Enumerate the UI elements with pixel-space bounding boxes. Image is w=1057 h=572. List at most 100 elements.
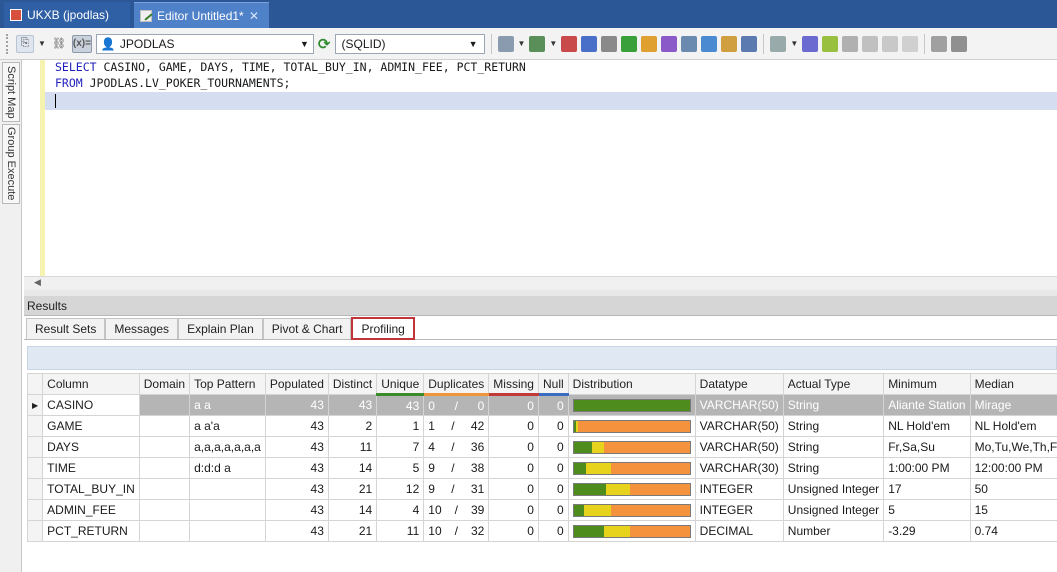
close-debug-icon[interactable] bbox=[951, 35, 968, 52]
cell-median[interactable]: 15 bbox=[969, 499, 1057, 521]
close-icon[interactable]: ✕ bbox=[249, 9, 259, 23]
cell-minimum[interactable]: Aliante Station bbox=[883, 394, 971, 416]
column-header[interactable]: Top Pattern bbox=[189, 373, 266, 395]
cell-missing[interactable]: 0 bbox=[488, 520, 539, 542]
breakpoint-icon[interactable] bbox=[931, 35, 948, 52]
cell-median[interactable]: Mo,Tu,We,Th,Fr,Sa,Su bbox=[969, 436, 1057, 458]
cell-domain[interactable] bbox=[138, 394, 191, 416]
cell-distribution[interactable] bbox=[567, 415, 696, 437]
tab-explain-plan[interactable]: Explain Plan bbox=[178, 318, 263, 339]
cell-actual-type[interactable]: String bbox=[782, 394, 885, 416]
cell-median[interactable]: 0.74 bbox=[969, 520, 1057, 542]
step-icon[interactable] bbox=[842, 35, 859, 52]
tab-result-sets[interactable]: Result Sets bbox=[26, 318, 106, 339]
cell-missing[interactable]: 0 bbox=[488, 415, 539, 437]
cell-null[interactable]: 0 bbox=[537, 415, 569, 437]
cell-top-pattern[interactable]: a a'a bbox=[189, 415, 266, 437]
cell-duplicates[interactable]: 4 / 36 bbox=[423, 436, 490, 458]
cell-distribution[interactable] bbox=[567, 478, 696, 500]
cell-column[interactable]: DAYS bbox=[42, 436, 140, 458]
cell-duplicates[interactable]: 1 / 42 bbox=[423, 415, 490, 437]
table-row[interactable]: TOTAL_BUY_IN 43 21 12 9/31 0 0 INTEGER Unsigned … bbox=[26, 478, 1057, 500]
cell-unique[interactable]: 4 bbox=[376, 499, 425, 521]
cell-datatype[interactable]: VARCHAR(50) bbox=[694, 436, 784, 458]
format-icon[interactable] bbox=[497, 35, 514, 52]
cell-column[interactable]: TIME bbox=[42, 457, 140, 479]
cell-populated[interactable]: 43 bbox=[264, 457, 329, 479]
column-header[interactable]: Median bbox=[969, 373, 1057, 395]
cell-null[interactable]: 0 bbox=[537, 520, 569, 542]
save-icon[interactable] bbox=[701, 35, 718, 52]
cell-unique[interactable]: 1 bbox=[376, 415, 425, 437]
cell-duplicates[interactable]: 9 / 38 bbox=[423, 457, 490, 479]
cell-minimum[interactable]: 1:00:00 PM bbox=[883, 457, 971, 479]
cell-median[interactable]: NL Hold'em bbox=[969, 415, 1057, 437]
cell-unique[interactable]: 12 bbox=[376, 478, 425, 500]
step-over-icon[interactable] bbox=[862, 35, 879, 52]
cell-top-pattern[interactable]: d:d:d a bbox=[189, 457, 266, 479]
cell-column[interactable]: GAME bbox=[42, 415, 140, 437]
cell-null[interactable]: 0 bbox=[537, 457, 569, 479]
cell-duplicates[interactable]: 0 / 0 bbox=[423, 394, 490, 416]
cell-minimum[interactable]: -3.29 bbox=[883, 520, 971, 542]
cell-actual-type[interactable]: Unsigned Integer bbox=[782, 499, 885, 521]
column-header[interactable]: Unique bbox=[376, 373, 425, 396]
table-row[interactable]: DAYS a,a,a,a,a,a,a 43 11 7 4/36 0 0 VARCHAR(50) S… bbox=[26, 436, 1057, 458]
table-row[interactable]: TIME d:d:d a 43 14 5 9/38 0 0 VARCHAR(30) String 1… bbox=[26, 457, 1057, 479]
cell-datatype[interactable]: INTEGER bbox=[694, 499, 784, 521]
cell-populated[interactable]: 43 bbox=[264, 415, 329, 437]
cell-missing[interactable]: 0 bbox=[488, 499, 539, 521]
cell-populated[interactable]: 43 bbox=[264, 436, 329, 458]
cell-missing[interactable]: 0 bbox=[488, 436, 539, 458]
objects-icon[interactable] bbox=[601, 35, 618, 52]
debug-icon[interactable] bbox=[822, 35, 839, 52]
cell-unique[interactable]: 7 bbox=[376, 436, 425, 458]
sql-editor[interactable]: SELECT CASINO, GAME, DAYS, TIME, TOTAL_B… bbox=[24, 60, 1057, 290]
cell-column[interactable]: ADMIN_FEE bbox=[42, 499, 140, 521]
cell-missing[interactable]: 0 bbox=[488, 457, 539, 479]
column-header[interactable]: Distinct bbox=[327, 373, 378, 395]
cell-duplicates[interactable]: 9 / 31 bbox=[423, 478, 490, 500]
cell-top-pattern[interactable] bbox=[189, 520, 266, 542]
column-header[interactable]: Duplicates bbox=[423, 373, 490, 396]
cell-domain[interactable] bbox=[138, 436, 191, 458]
horizontal-scrollbar[interactable]: ◀ bbox=[24, 276, 1057, 290]
cell-minimum[interactable]: 5 bbox=[883, 499, 971, 521]
step-into-icon[interactable] bbox=[882, 35, 899, 52]
disconnect-icon[interactable]: ⛓ bbox=[50, 35, 68, 53]
cell-column[interactable]: CASINO bbox=[42, 394, 140, 416]
connection-icon[interactable]: ⎘ bbox=[16, 34, 34, 53]
cell-distribution[interactable] bbox=[567, 394, 696, 416]
cell-actual-type[interactable]: Number bbox=[782, 520, 885, 542]
column-header[interactable]: Missing bbox=[488, 373, 539, 396]
chevron-down-icon[interactable]: ▼ bbox=[790, 39, 798, 48]
cell-minimum[interactable]: NL Hold'em bbox=[883, 415, 971, 437]
cell-top-pattern[interactable]: a a bbox=[189, 394, 266, 416]
cell-unique[interactable]: 5 bbox=[376, 457, 425, 479]
cell-column[interactable]: PCT_RETURN bbox=[42, 520, 140, 542]
column-header[interactable]: Populated bbox=[264, 373, 329, 395]
stop-icon[interactable] bbox=[561, 35, 578, 52]
cell-null[interactable]: 0 bbox=[537, 478, 569, 500]
tab-editor-untitled1[interactable]: Editor Untitled1* ✕ bbox=[134, 2, 269, 28]
cell-populated[interactable]: 43 bbox=[264, 520, 329, 542]
cell-datatype[interactable]: INTEGER bbox=[694, 478, 784, 500]
cell-top-pattern[interactable] bbox=[189, 499, 266, 521]
cell-top-pattern[interactable] bbox=[189, 478, 266, 500]
cell-duplicates[interactable]: 10 / 39 bbox=[423, 499, 490, 521]
table-row[interactable]: GAME a a'a 43 2 1 1/42 0 0 VARCHAR(50) String NL H… bbox=[26, 415, 1057, 437]
cell-missing[interactable]: 0 bbox=[488, 478, 539, 500]
cell-unique[interactable]: 43 bbox=[376, 394, 425, 416]
export-icon[interactable] bbox=[721, 35, 738, 52]
tab-pivot-chart[interactable]: Pivot & Chart bbox=[262, 318, 352, 339]
tab-ukxb[interactable]: UKXB (jpodlas) bbox=[4, 2, 130, 28]
cell-datatype[interactable]: VARCHAR(50) bbox=[694, 394, 784, 416]
cell-missing[interactable]: 0 bbox=[488, 394, 539, 416]
cell-actual-type[interactable]: String bbox=[782, 436, 885, 458]
cell-distinct[interactable]: 14 bbox=[327, 499, 378, 521]
cell-null[interactable]: 0 bbox=[537, 436, 569, 458]
cell-distribution[interactable] bbox=[567, 436, 696, 458]
table-row[interactable]: PCT_RETURN 43 21 11 10/32 0 0 DECIMAL Number -3.2… bbox=[26, 520, 1057, 542]
tab-profiling[interactable]: Profiling bbox=[351, 317, 415, 340]
column-header[interactable]: Minimum bbox=[883, 373, 971, 395]
